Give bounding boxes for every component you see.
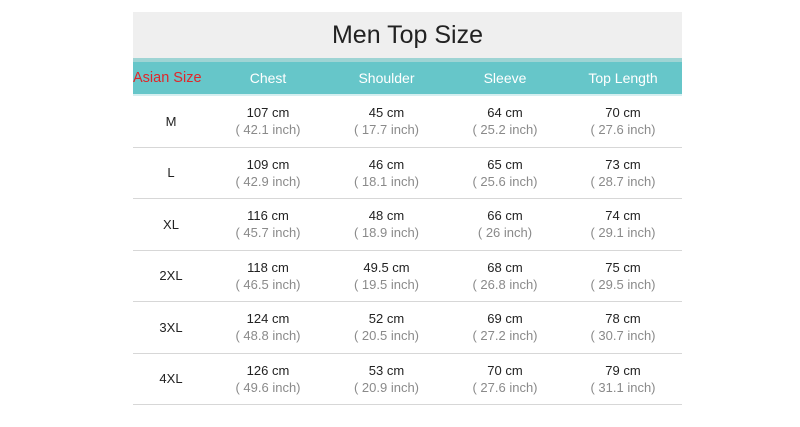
value-cm: 70 cm xyxy=(605,105,641,121)
table-row: 4XL 126 cm( 49.6 inch) 53 cm( 20.9 inch) 70… xyxy=(133,354,682,405)
cell-chest: 126 cm( 49.6 inch) xyxy=(209,362,327,396)
cell-top-length: 70 cm( 27.6 inch) xyxy=(564,104,682,138)
value-cm: 48 cm xyxy=(368,208,405,224)
value-inch: ( 17.7 inch) xyxy=(353,122,420,138)
cell-top-length: 74 cm( 29.1 inch) xyxy=(564,207,682,241)
cell-top-length: 75 cm( 29.5 inch) xyxy=(564,259,682,293)
size-label: L xyxy=(167,165,175,181)
cell-sleeve: 70 cm( 27.6 inch) xyxy=(446,362,564,396)
value-inch: ( 48.8 inch) xyxy=(235,328,301,344)
value-cm: 68 cm xyxy=(487,259,523,275)
value-inch: ( 45.7 inch) xyxy=(235,225,301,241)
table-body: M 107 cm( 42.1 inch) 45 cm( 17.7 inch) 64 c… xyxy=(133,96,682,405)
value-cm: 124 cm xyxy=(246,311,290,327)
size-label: M xyxy=(165,113,177,129)
value-inch: ( 25.6 inch) xyxy=(472,173,538,189)
header-sleeve: Sleeve xyxy=(483,70,527,86)
value-cm: 65 cm xyxy=(487,156,523,172)
value-inch: ( 29.1 inch) xyxy=(590,225,656,241)
cell-sleeve: 69 cm( 27.2 inch) xyxy=(446,310,564,344)
size-chart-table: Men Top Size Asian Size Chest Shoulder S… xyxy=(133,12,682,405)
value-cm: 49.5 cm xyxy=(363,259,410,275)
value-inch: ( 46.5 inch) xyxy=(235,276,301,292)
cell-chest: 124 cm( 48.8 inch) xyxy=(209,310,327,344)
cell-chest: 118 cm( 46.5 inch) xyxy=(209,259,327,293)
value-inch: ( 20.5 inch) xyxy=(353,328,420,344)
table-row: M 107 cm( 42.1 inch) 45 cm( 17.7 inch) 64 c… xyxy=(133,96,682,148)
value-inch: ( 20.9 inch) xyxy=(353,379,420,395)
cell-shoulder: 52 cm( 20.5 inch) xyxy=(327,310,446,344)
table-row: 3XL 124 cm( 48.8 inch) 52 cm( 20.5 inch) 69… xyxy=(133,302,682,354)
table-row: 2XL 118 cm( 46.5 inch) 49.5 cm( 19.5 inch)… xyxy=(133,251,682,302)
value-cm: 109 cm xyxy=(246,156,290,172)
value-cm: 52 cm xyxy=(368,311,405,327)
cell-shoulder: 45 cm( 17.7 inch) xyxy=(327,104,446,138)
value-cm: 53 cm xyxy=(368,362,405,378)
value-cm: 116 cm xyxy=(247,208,289,224)
value-inch: ( 27.2 inch) xyxy=(472,328,538,344)
cell-top-length: 73 cm( 28.7 inch) xyxy=(564,156,682,190)
value-cm: 69 cm xyxy=(487,311,523,327)
value-cm: 66 cm xyxy=(487,208,523,224)
value-cm: 75 cm xyxy=(605,259,641,275)
cell-chest: 109 cm( 42.9 inch) xyxy=(209,156,327,190)
value-cm: 74 cm xyxy=(605,208,641,224)
cell-sleeve: 64 cm( 25.2 inch) xyxy=(446,104,564,138)
size-label: 3XL xyxy=(159,319,183,335)
table-row: L 109 cm( 42.9 inch) 46 cm( 18.1 inch) 65 c… xyxy=(133,148,682,199)
value-cm: 118 cm xyxy=(247,259,289,275)
cell-shoulder: 46 cm( 18.1 inch) xyxy=(327,156,446,190)
value-cm: 126 cm xyxy=(246,362,290,378)
value-cm: 46 cm xyxy=(368,156,405,172)
cell-top-length: 79 cm( 31.1 inch) xyxy=(564,362,682,396)
value-cm: 64 cm xyxy=(487,105,523,121)
value-inch: ( 19.5 inch) xyxy=(353,276,420,292)
cell-chest: 107 cm( 42.1 inch) xyxy=(209,104,327,138)
value-cm: 78 cm xyxy=(605,311,641,327)
value-cm: 45 cm xyxy=(368,105,405,121)
cell-sleeve: 66 cm( 26 inch) xyxy=(446,207,564,241)
cell-shoulder: 49.5 cm( 19.5 inch) xyxy=(327,259,446,293)
cell-top-length: 78 cm( 30.7 inch) xyxy=(564,310,682,344)
table-title: Men Top Size xyxy=(133,12,682,62)
header-chest: Chest xyxy=(249,70,287,86)
value-inch: ( 27.6 inch) xyxy=(590,122,656,138)
value-inch: ( 27.6 inch) xyxy=(472,379,538,395)
value-inch: ( 42.1 inch) xyxy=(235,122,301,138)
value-inch: ( 25.2 inch) xyxy=(472,122,538,138)
cell-sleeve: 68 cm( 26.8 inch) xyxy=(446,259,564,293)
value-inch: ( 26.8 inch) xyxy=(472,276,538,292)
header-asian-size: Asian Size xyxy=(133,70,202,86)
value-inch: ( 18.9 inch) xyxy=(353,225,420,241)
value-inch: ( 30.7 inch) xyxy=(590,328,656,344)
size-label: XL xyxy=(163,216,179,232)
cell-shoulder: 48 cm( 18.9 inch) xyxy=(327,207,446,241)
value-inch: ( 31.1 inch) xyxy=(590,379,656,395)
header-top-length: Top Length xyxy=(588,70,658,86)
header-shoulder: Shoulder xyxy=(358,70,415,86)
value-cm: 73 cm xyxy=(605,156,641,172)
table-row: XL 116 cm( 45.7 inch) 48 cm( 18.9 inch) 66 … xyxy=(133,199,682,251)
value-inch: ( 28.7 inch) xyxy=(590,173,656,189)
value-inch: ( 18.1 inch) xyxy=(353,173,420,189)
cell-chest: 116 cm( 45.7 inch) xyxy=(209,207,327,241)
size-label: 4XL xyxy=(159,371,183,387)
cell-shoulder: 53 cm( 20.9 inch) xyxy=(327,362,446,396)
value-cm: 79 cm xyxy=(605,362,641,378)
value-inch: ( 49.6 inch) xyxy=(235,379,301,395)
value-inch: ( 42.9 inch) xyxy=(235,173,301,189)
value-cm: 107 cm xyxy=(246,105,290,121)
value-cm: 70 cm xyxy=(487,362,523,378)
size-label: 2XL xyxy=(159,268,183,284)
value-inch: ( 26 inch) xyxy=(477,225,533,241)
value-inch: ( 29.5 inch) xyxy=(590,276,656,292)
header-row: Asian Size Chest Shoulder Sleeve Top Len… xyxy=(133,62,682,96)
cell-sleeve: 65 cm( 25.6 inch) xyxy=(446,156,564,190)
